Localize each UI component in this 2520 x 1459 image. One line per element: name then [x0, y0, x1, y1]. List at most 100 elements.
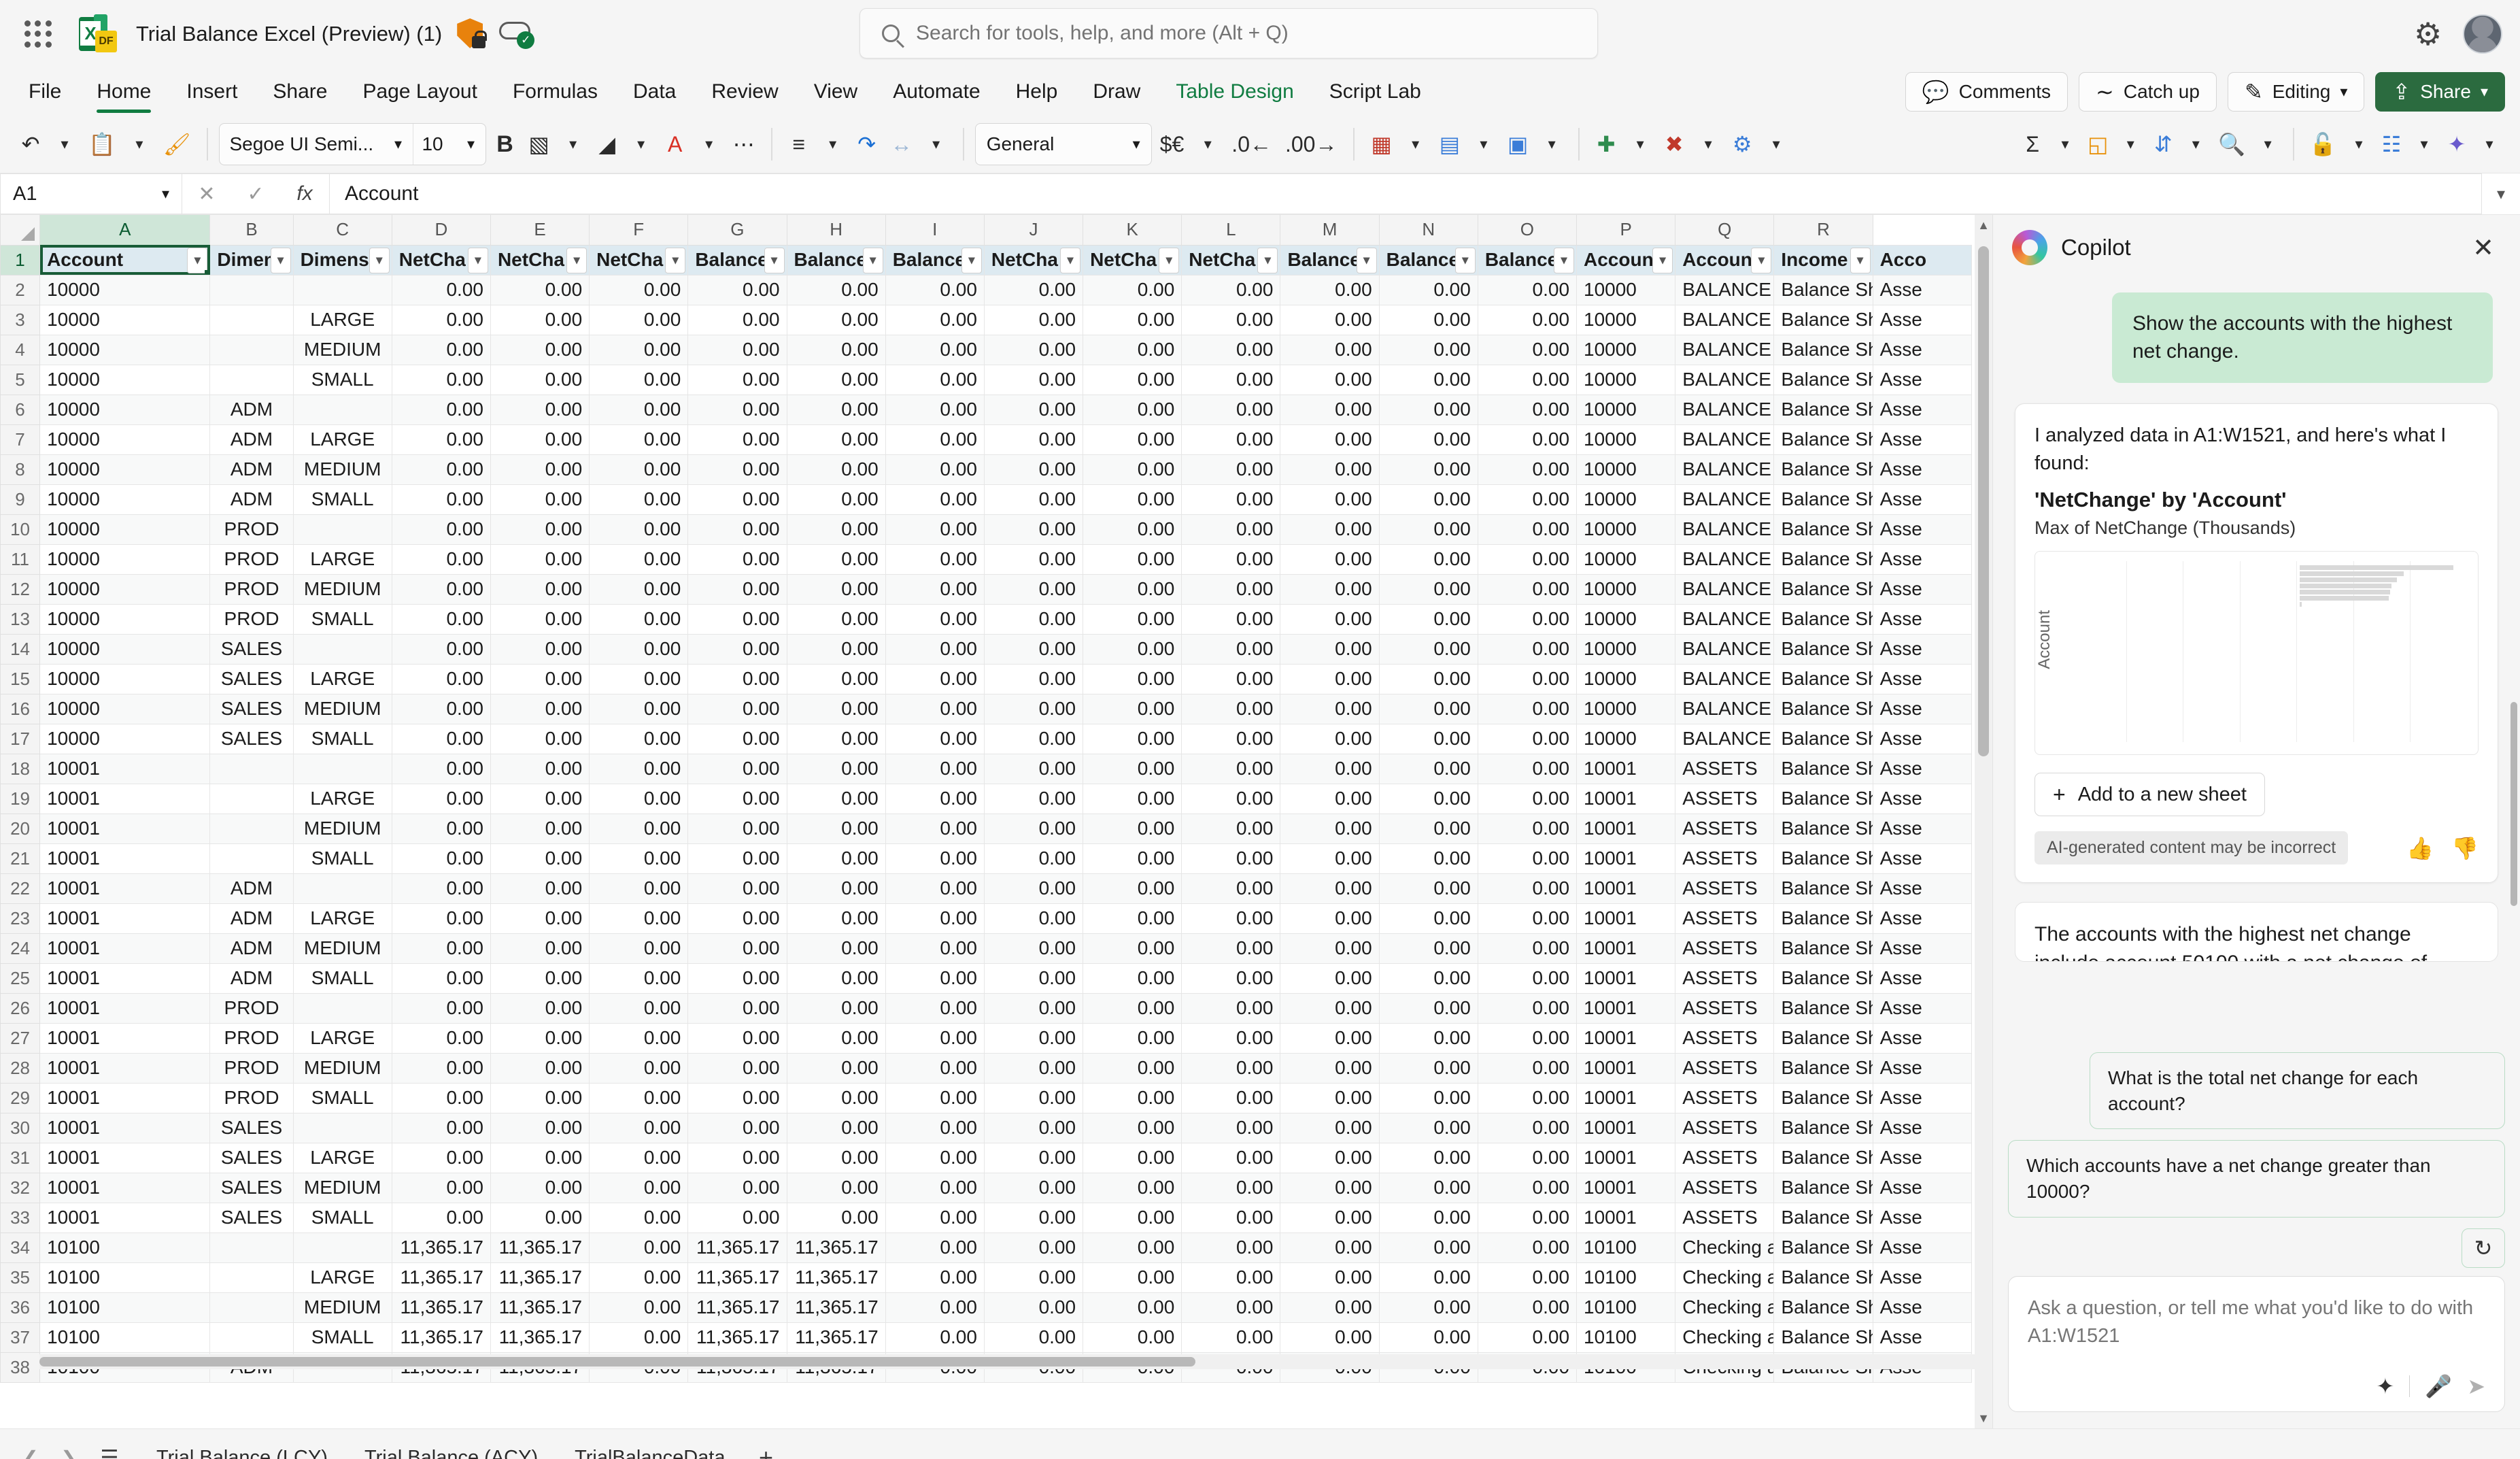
grid-cell[interactable]: 0.00	[1477, 813, 1578, 844]
grid-cell[interactable]: 0.00	[391, 274, 491, 305]
grid-cell[interactable]: 0.00	[983, 933, 1084, 964]
row-header-10[interactable]: 10	[0, 514, 41, 545]
grid-cell[interactable]: 0.00	[1083, 663, 1182, 694]
grid-cell[interactable]: Asse	[1872, 364, 1973, 395]
row-header-9[interactable]: 9	[0, 484, 41, 515]
grid-cell[interactable]: 10000	[39, 454, 211, 485]
grid-cell[interactable]: 0.00	[490, 992, 590, 1024]
grid-cell[interactable]: 0.00	[1280, 424, 1380, 455]
tab-automate[interactable]: Automate	[875, 68, 998, 116]
column-header-A[interactable]: A	[39, 215, 211, 246]
grid-cell[interactable]: ASSETS	[1675, 843, 1775, 874]
grid-cell[interactable]: 0.00	[1280, 663, 1380, 694]
table-row[interactable]: 37 10100 SMALL 11,365.17 11,365.17 0.00 11,365…	[0, 1322, 1973, 1353]
grid-cell[interactable]: ASSETS	[1675, 873, 1775, 904]
grid-cell[interactable]: 10001	[1576, 843, 1676, 874]
grid-cell[interactable]: 10001	[1576, 1172, 1676, 1203]
grid-cell[interactable]: Asse	[1872, 753, 1973, 784]
grid-cell[interactable]: PROD	[209, 573, 294, 605]
grid-cell[interactable]: 0.00	[786, 364, 886, 395]
grid-cell[interactable]: 0.00	[1477, 1292, 1578, 1323]
grid-cell[interactable]: 0.00	[1280, 903, 1380, 934]
grid-cell[interactable]: Balance Sh	[1773, 603, 1873, 635]
grid-cell[interactable]: 0.00	[391, 873, 491, 904]
header-cell-netchange6[interactable]: NetCha ▾	[1181, 244, 1281, 275]
grid-cell[interactable]: 0.00	[1181, 543, 1281, 575]
grid-cell[interactable]: 0.00	[391, 334, 491, 365]
grid-cell[interactable]: 0.00	[885, 1082, 985, 1113]
grid-cell[interactable]: 0.00	[983, 693, 1084, 724]
grid-cell[interactable]: LARGE	[292, 543, 392, 575]
grid-cell[interactable]	[209, 1262, 294, 1293]
grid-cell[interactable]: 0.00	[391, 903, 491, 934]
grid-cell[interactable]: 0.00	[786, 723, 886, 754]
grid-cell[interactable]: 0.00	[589, 783, 689, 814]
grid-cell[interactable]: 10000	[39, 364, 211, 395]
grid-cell[interactable]: 0.00	[490, 304, 590, 335]
grid-cell[interactable]: 0.00	[1181, 334, 1281, 365]
grid-cell[interactable]: 0.00	[786, 843, 886, 874]
merge-cells-icon[interactable]: ↔	[885, 123, 918, 165]
grid-cell[interactable]: 0.00	[687, 1172, 787, 1203]
grid-cell[interactable]: 0.00	[1083, 962, 1182, 994]
grid-cell[interactable]: 0.00	[1181, 723, 1281, 754]
grid-cell[interactable]: 0.00	[1181, 304, 1281, 335]
grid-cell[interactable]: 0.00	[1378, 1022, 1478, 1054]
grid-cell[interactable]: SMALL	[292, 484, 392, 515]
grid-cell[interactable]: 10100	[39, 1292, 211, 1323]
grid-cell[interactable]: 0.00	[1477, 1322, 1578, 1353]
grid-cell[interactable]: 10001	[39, 933, 211, 964]
row-header-8[interactable]: 8	[0, 454, 41, 485]
grid-cell[interactable]: 0.00	[589, 394, 689, 425]
grid-cell[interactable]: 0.00	[490, 573, 590, 605]
column-header-F[interactable]: F	[589, 215, 689, 246]
grid-cell[interactable]: Balance Sh	[1773, 1232, 1873, 1263]
row-header-4[interactable]: 4	[0, 334, 41, 365]
cell-styles-icon[interactable]: ▣	[1502, 123, 1533, 165]
grid-cell[interactable]: BALANCE :	[1675, 394, 1775, 425]
grid-cell[interactable]: 0.00	[885, 992, 985, 1024]
grid-cell[interactable]: 0.00	[1181, 394, 1281, 425]
grid-cell[interactable]: 0.00	[391, 603, 491, 635]
grid-cell[interactable]: BALANCE :	[1675, 454, 1775, 485]
grid-cell[interactable]: 0.00	[1181, 753, 1281, 784]
grid-cell[interactable]: 0.00	[687, 454, 787, 485]
grid-cell[interactable]: 0.00	[490, 693, 590, 724]
grid-cell[interactable]: 0.00	[589, 903, 689, 934]
grid-cell[interactable]: 10001	[1576, 873, 1676, 904]
grid-cell[interactable]: 0.00	[1280, 603, 1380, 635]
share-button[interactable]: ⇪ Share ▾	[2375, 72, 2505, 112]
grid-cell[interactable]: 0.00	[885, 1202, 985, 1233]
grid-cell[interactable]: 0.00	[1181, 873, 1281, 904]
comments-button[interactable]: 💬 Comments	[1905, 72, 2068, 112]
grid-cell[interactable]: 0.00	[885, 454, 985, 485]
table-row[interactable]: 20 10001 MEDIUM 0.00 0.00 0.00 0.00 0.00 0.00 0.0…	[0, 813, 1973, 844]
grid-cell[interactable]: 0.00	[885, 783, 985, 814]
grid-cell[interactable]: 10001	[1576, 1202, 1676, 1233]
grid-cell[interactable]: 0.00	[687, 903, 787, 934]
column-header-Q[interactable]: Q	[1675, 215, 1775, 246]
grid-cell[interactable]: 0.00	[1181, 813, 1281, 844]
grid-cell[interactable]: Balance Sh	[1773, 514, 1873, 545]
grid-cell[interactable]: BALANCE :	[1675, 693, 1775, 724]
grid-cell[interactable]: 0.00	[1083, 813, 1182, 844]
grid-cell[interactable]: SMALL	[292, 723, 392, 754]
grid-cell[interactable]: 0.00	[1280, 962, 1380, 994]
grid-cell[interactable]: 0.00	[490, 364, 590, 395]
grid-cell[interactable]: 0.00	[1280, 1052, 1380, 1084]
grid-cell[interactable]: 0.00	[589, 424, 689, 455]
header-cell-balance5[interactable]: Balance ▾	[1378, 244, 1478, 275]
table-row[interactable]: 27 10001 PROD LARGE 0.00 0.00 0.00 0.00 0.00 0.00…	[0, 1022, 1973, 1054]
vertical-scrollbar[interactable]: ▲ ▼	[1975, 215, 1992, 1428]
grid-cell[interactable]: 10001	[39, 1052, 211, 1084]
grid-cell[interactable]: ASSETS	[1675, 1082, 1775, 1113]
sensitivity-icon[interactable]: 🔓	[2304, 123, 2342, 165]
grid-cell[interactable]: 0.00	[589, 1082, 689, 1113]
grid-cell[interactable]: 0.00	[687, 843, 787, 874]
font-size-input[interactable]: 10	[413, 124, 456, 165]
grid-cell[interactable]: 0.00	[885, 424, 985, 455]
grid-cell[interactable]: 0.00	[1378, 992, 1478, 1024]
grid-cell[interactable]: 0.00	[1083, 903, 1182, 934]
grid-cell[interactable]: 0.00	[490, 484, 590, 515]
grid-cell[interactable]: 0.00	[983, 1022, 1084, 1054]
